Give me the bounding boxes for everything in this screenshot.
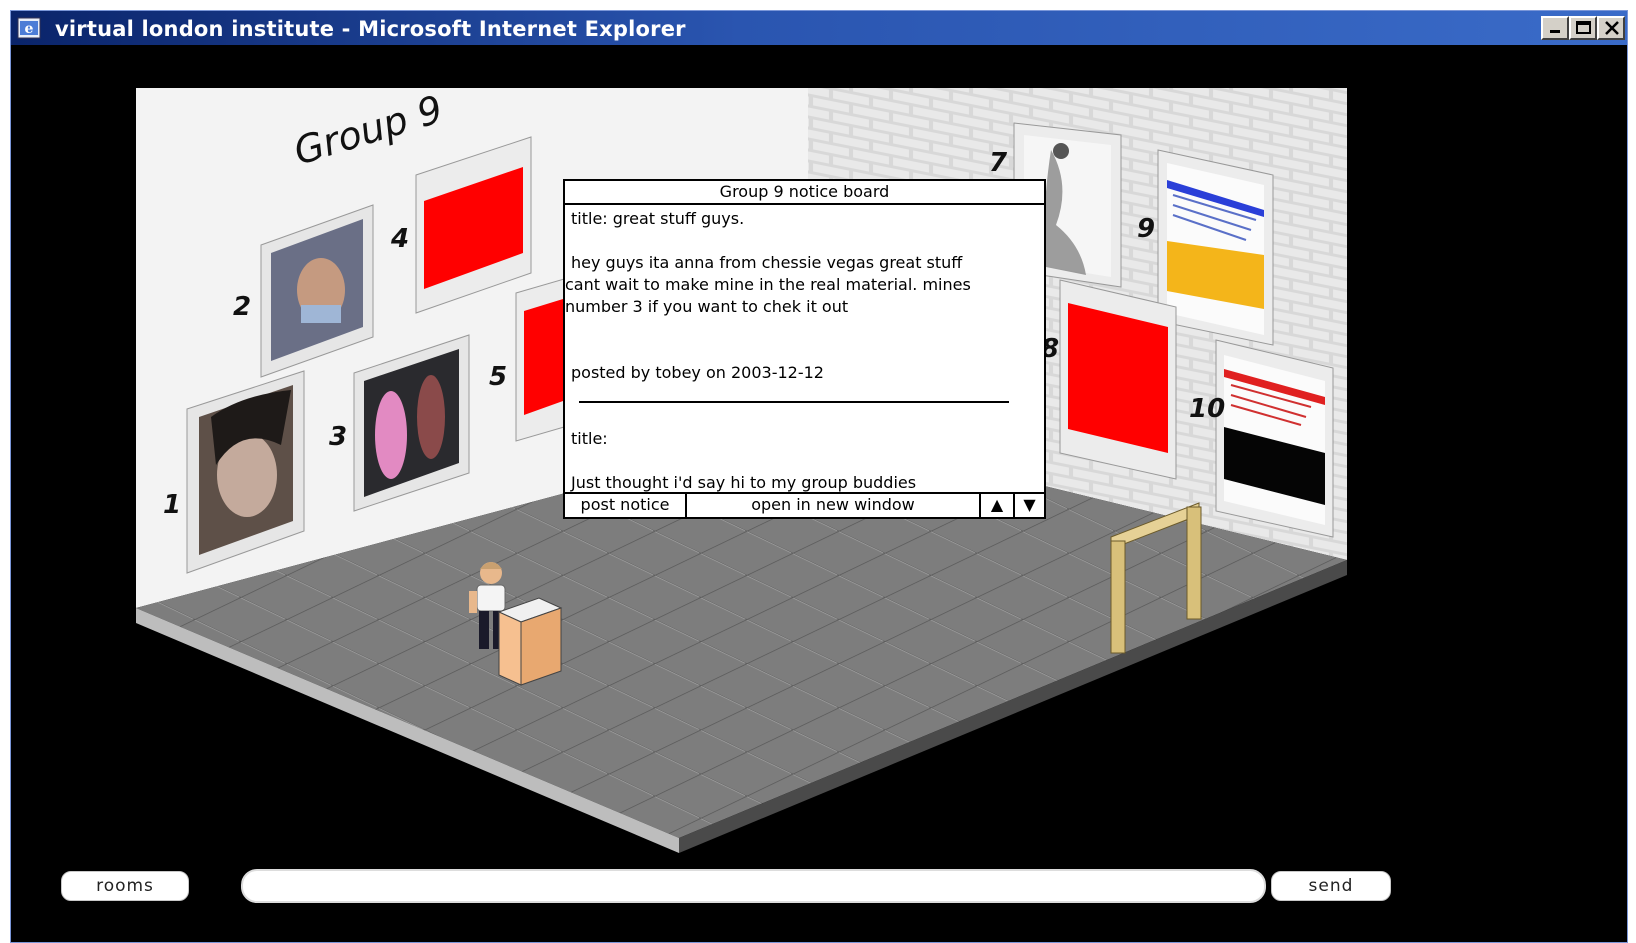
notice-body-line: Just thought i'd say hi to my group budd… xyxy=(571,473,917,492)
ie-icon: e xyxy=(17,17,41,39)
window-title: virtual london institute - Microsoft Int… xyxy=(55,17,686,41)
post-notice-button[interactable]: post notice xyxy=(565,494,687,517)
notice-podium[interactable] xyxy=(497,597,563,686)
close-icon xyxy=(1605,21,1619,35)
notice-title: title: great stuff guys. xyxy=(571,209,745,228)
chat-input[interactable] xyxy=(241,869,1266,903)
svg-text:e: e xyxy=(25,21,34,37)
notice-body-line: number 3 if you want to chek it out xyxy=(565,297,849,316)
minimize-icon xyxy=(1550,30,1560,33)
exhibit-number-2: 2 xyxy=(233,292,251,322)
exhibit-number-1: 1 xyxy=(163,490,181,520)
exhibit-number-3: 3 xyxy=(329,422,347,452)
exhibit-number-7: 7 xyxy=(989,148,1008,178)
browser-window: e virtual london institute - Microsoft I… xyxy=(10,10,1628,943)
exhibit-number-4: 4 xyxy=(390,224,409,254)
notice-divider xyxy=(579,401,1009,403)
rooms-button[interactable]: rooms xyxy=(61,871,189,901)
notice-body-line: hey guys ita anna from chessie vegas gre… xyxy=(571,253,963,272)
scroll-up-icon[interactable]: ▲ xyxy=(981,494,1015,517)
close-button[interactable] xyxy=(1597,16,1625,40)
exhibit-number-9: 9 xyxy=(1137,214,1155,244)
exhibit-number-5: 5 xyxy=(489,362,507,392)
notice-title: title: xyxy=(571,429,608,448)
notice-board-footer: post notice open in new window ▲ ▼ xyxy=(565,492,1044,517)
scroll-down-icon[interactable]: ▼ xyxy=(1015,494,1044,517)
notice-author: posted by tobey on 2003-12-12 xyxy=(571,363,824,382)
exhibit-number-10: 10 xyxy=(1189,394,1225,424)
send-button[interactable]: send xyxy=(1271,871,1391,901)
notice-board: Group 9 notice board title: great stuff … xyxy=(563,179,1046,519)
maximize-button[interactable] xyxy=(1569,16,1597,40)
title-bar[interactable]: e virtual london institute - Microsoft I… xyxy=(11,11,1627,45)
notice-body-line: cant wait to make mine in the real mater… xyxy=(565,275,971,294)
maximize-icon xyxy=(1576,21,1591,34)
open-in-new-window-button[interactable]: open in new window xyxy=(687,494,981,517)
notice-board-header[interactable]: Group 9 notice board xyxy=(565,181,1044,205)
exhibit-10[interactable] xyxy=(1215,339,1334,538)
room-view[interactable]: Group 9 1 2 3 4 5 7 8 9 10 Group 9 notic… xyxy=(11,45,1627,942)
minimize-button[interactable] xyxy=(1541,16,1569,40)
exhibit-8[interactable] xyxy=(1059,279,1177,480)
notice-list[interactable]: title: great stuff guys. hey guys ita an… xyxy=(565,205,1044,495)
